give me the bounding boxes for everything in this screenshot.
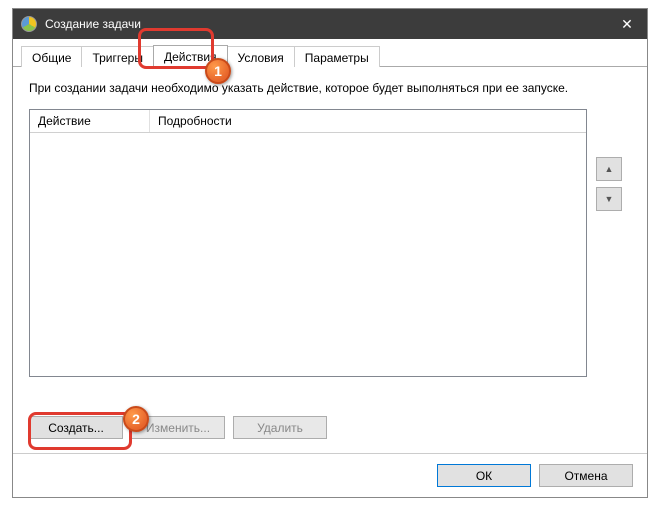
- move-up-button[interactable]: ▲: [596, 157, 622, 181]
- tab-label: Условия: [238, 51, 284, 65]
- button-label: Создать...: [48, 421, 104, 435]
- table-body[interactable]: [30, 133, 586, 376]
- tab-label: Действия: [164, 50, 217, 64]
- actions-table-area: Действие Подробности ▲ ▼: [29, 109, 631, 406]
- ok-button[interactable]: ОК: [437, 464, 531, 487]
- close-icon: ✕: [621, 16, 633, 33]
- button-label: Удалить: [257, 421, 303, 435]
- tab-label: Триггеры: [92, 51, 143, 65]
- column-details[interactable]: Подробности: [150, 110, 586, 132]
- caret-down-icon: ▼: [605, 194, 614, 204]
- task-scheduler-icon: [21, 16, 37, 32]
- create-button[interactable]: Создать...: [29, 416, 123, 439]
- tab-conditions[interactable]: Условия: [227, 46, 295, 67]
- reorder-buttons: ▲ ▼: [587, 109, 631, 406]
- table-header: Действие Подробности: [30, 110, 586, 133]
- tab-actions[interactable]: Действия: [153, 45, 228, 67]
- cancel-button[interactable]: Отмена: [539, 464, 633, 487]
- dialog-footer: ОК Отмена: [13, 453, 647, 497]
- tab-strip: Общие Триггеры Действия Условия Параметр…: [13, 39, 647, 67]
- tab-label: Общие: [32, 51, 71, 65]
- edit-button: Изменить...: [131, 416, 225, 439]
- tab-settings[interactable]: Параметры: [294, 46, 380, 67]
- close-button[interactable]: ✕: [607, 9, 647, 39]
- delete-button: Удалить: [233, 416, 327, 439]
- actions-table[interactable]: Действие Подробности: [29, 109, 587, 377]
- button-label: Изменить...: [146, 421, 210, 435]
- tab-content: При создании задачи необходимо указать д…: [13, 67, 647, 453]
- move-down-button[interactable]: ▼: [596, 187, 622, 211]
- create-task-dialog: Создание задачи ✕ Общие Триггеры Действи…: [12, 8, 648, 498]
- tab-triggers[interactable]: Триггеры: [81, 46, 154, 67]
- titlebar: Создание задачи ✕: [13, 9, 647, 39]
- window-title: Создание задачи: [45, 17, 607, 31]
- button-label: Отмена: [564, 469, 607, 483]
- description-text: При создании задачи необходимо указать д…: [29, 81, 631, 95]
- button-label: ОК: [476, 469, 492, 483]
- action-buttons-row: Создать... Изменить... Удалить: [29, 416, 631, 439]
- tab-general[interactable]: Общие: [21, 46, 82, 67]
- tab-label: Параметры: [305, 51, 369, 65]
- column-action[interactable]: Действие: [30, 110, 150, 132]
- caret-up-icon: ▲: [605, 164, 614, 174]
